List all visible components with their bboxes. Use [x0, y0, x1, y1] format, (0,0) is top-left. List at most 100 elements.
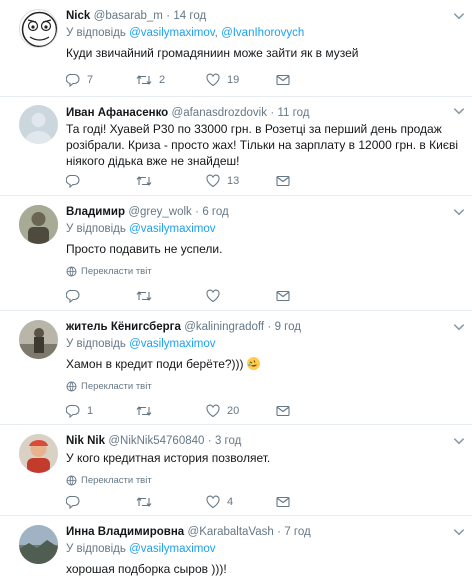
- message-button[interactable]: [276, 496, 346, 508]
- translate-link[interactable]: Перекласти твіт: [66, 380, 458, 392]
- reply-prefix: У відповідь: [66, 223, 126, 235]
- retweet-icon: [136, 176, 152, 186]
- reply-button[interactable]: 1: [66, 404, 136, 418]
- reply-context: У відповідь @vasilymaximov: [66, 541, 458, 557]
- chevron-down-icon[interactable]: [452, 320, 466, 334]
- reply-prefix: У відповідь: [66, 338, 126, 350]
- timestamp[interactable]: 6 год: [202, 206, 228, 218]
- author-handle[interactable]: @KarabaltaVash: [188, 526, 274, 538]
- retweet-count: 2: [159, 74, 166, 86]
- author-handle[interactable]: @afanasdrozdovik: [172, 107, 267, 119]
- message-button[interactable]: [276, 290, 346, 302]
- reply-button[interactable]: [66, 495, 136, 509]
- author-handle[interactable]: @grey_wolk: [128, 206, 191, 218]
- tweet[interactable]: Nick @basarab_m · 14 год У відповідь @va…: [0, 0, 472, 97]
- retweet-button[interactable]: 2: [136, 73, 206, 87]
- avatar[interactable]: [19, 205, 58, 244]
- avatar[interactable]: [19, 105, 58, 144]
- translate-link[interactable]: Перекласти твіт: [66, 265, 458, 277]
- timestamp[interactable]: 3 год: [215, 435, 241, 447]
- message-button[interactable]: [276, 175, 346, 187]
- heart-icon: [206, 289, 220, 303]
- mention-link[interactable]: @IvanIhorovych: [221, 27, 304, 39]
- mention-link[interactable]: @vasilymaximov: [129, 223, 215, 235]
- tweet-text: Куди звичайний громадяниин може зайти як…: [66, 46, 359, 60]
- envelope-icon: [276, 175, 290, 187]
- author-handle[interactable]: @kaliningradoff: [184, 321, 264, 333]
- reply-context: У відповідь @vasilymaximov: [66, 336, 458, 352]
- author-name[interactable]: Инна Владимировна: [66, 526, 184, 538]
- retweet-button[interactable]: [136, 495, 206, 509]
- tweet[interactable]: Иван Афанасенко @afanasdrozdovik · 11 го…: [0, 97, 472, 196]
- author-name[interactable]: житель Кёнигсберга: [66, 321, 181, 333]
- reply-button[interactable]: [66, 174, 136, 188]
- retweet-icon: [136, 75, 152, 85]
- retweet-button[interactable]: [136, 404, 206, 418]
- avatar[interactable]: [19, 9, 58, 48]
- like-button[interactable]: [206, 289, 276, 303]
- retweet-icon: [136, 497, 152, 507]
- author-name[interactable]: Владимир: [66, 206, 125, 218]
- like-button[interactable]: 19: [206, 73, 276, 87]
- translate-label: Перекласти твіт: [81, 474, 152, 486]
- envelope-icon: [276, 405, 290, 417]
- envelope-icon: [276, 290, 290, 302]
- chevron-down-icon[interactable]: [452, 434, 466, 448]
- tweet[interactable]: Владимир @grey_wolk · 6 год У відповідь …: [0, 196, 472, 311]
- translate-label: Перекласти твіт: [81, 265, 152, 277]
- like-count: 4: [227, 496, 234, 508]
- like-button[interactable]: 20: [206, 404, 276, 418]
- timestamp[interactable]: 14 год: [173, 10, 206, 22]
- separator: ·: [207, 435, 212, 447]
- like-count: 19: [227, 74, 240, 86]
- retweet-icon: [136, 291, 152, 301]
- translate-label: Перекласти твіт: [81, 380, 152, 392]
- globe-icon: [66, 381, 77, 391]
- avatar[interactable]: [19, 320, 58, 359]
- globe-icon: [66, 266, 77, 276]
- message-button[interactable]: [276, 405, 346, 417]
- reply-prefix: У відповідь: [66, 27, 126, 39]
- author-handle[interactable]: @basarab_m: [94, 10, 163, 22]
- like-button[interactable]: 13: [206, 174, 276, 188]
- chevron-down-icon[interactable]: [452, 525, 466, 539]
- like-count: 20: [227, 405, 240, 417]
- user-photo-icon: [19, 525, 58, 564]
- retweet-button[interactable]: [136, 289, 206, 303]
- reply-context: У відповідь @vasilymaximov: [66, 221, 458, 237]
- author-name[interactable]: Nik Nik: [66, 435, 105, 447]
- reply-icon: [66, 174, 80, 188]
- mention-link[interactable]: @vasilymaximov: [129, 338, 215, 350]
- default-avatar-icon: [25, 113, 52, 144]
- tweet-text: У кого кредитная история позволяет.: [66, 451, 271, 465]
- tweet[interactable]: Инна Владимировна @KarabaltaVash · 7 год…: [0, 516, 472, 584]
- tweet-actions: 1 20: [66, 403, 346, 419]
- reply-button[interactable]: [66, 289, 136, 303]
- author-name[interactable]: Иван Афанасенко: [66, 107, 168, 119]
- reply-icon: [66, 404, 80, 418]
- tweet-text-container: Хамон в кредит поди берёте?))): [66, 356, 458, 372]
- mention-link[interactable]: @vasilymaximov: [129, 543, 215, 555]
- timestamp[interactable]: 7 год: [284, 526, 310, 538]
- tweet-actions: 13: [66, 173, 346, 189]
- avatar[interactable]: [19, 525, 58, 564]
- envelope-icon: [276, 496, 290, 508]
- chevron-down-icon[interactable]: [452, 104, 466, 118]
- tweet[interactable]: Nik Nik @NikNik54760840 · 3 год У кого к…: [0, 425, 472, 516]
- reply-button[interactable]: 7: [66, 73, 136, 87]
- reply-icon: [66, 289, 80, 303]
- timestamp[interactable]: 11 год: [278, 107, 310, 119]
- message-button[interactable]: [276, 74, 346, 86]
- like-button[interactable]: 4: [206, 495, 276, 509]
- author-handle[interactable]: @NikNik54760840: [108, 435, 204, 447]
- retweet-button[interactable]: [136, 174, 206, 188]
- chevron-down-icon[interactable]: [452, 205, 466, 219]
- separator: ·: [270, 107, 275, 119]
- mention-link[interactable]: @vasilymaximov: [129, 27, 215, 39]
- tweet[interactable]: житель Кёнигсберга @kaliningradoff · 9 г…: [0, 311, 472, 425]
- translate-link[interactable]: Перекласти твіт: [66, 474, 458, 486]
- chevron-down-icon[interactable]: [452, 9, 466, 23]
- timestamp[interactable]: 9 год: [275, 321, 301, 333]
- avatar[interactable]: [19, 434, 58, 473]
- author-name[interactable]: Nick: [66, 10, 90, 22]
